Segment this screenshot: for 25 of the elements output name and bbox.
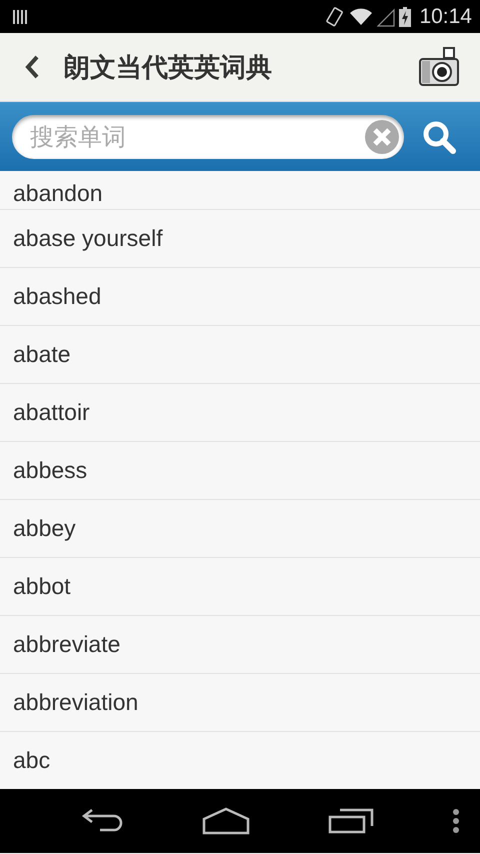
word-item[interactable]: abashed xyxy=(13,283,102,310)
clock-time: 10:14 xyxy=(419,4,472,28)
battery-icon xyxy=(399,6,412,26)
word-item[interactable]: abbess xyxy=(13,457,88,484)
word-item[interactable]: abbey xyxy=(13,515,76,542)
app-title: 朗文当代英英词典 xyxy=(64,50,273,84)
word-item[interactable]: abbot xyxy=(13,573,71,600)
notification-icon xyxy=(12,8,28,24)
recent-apps-icon[interactable] xyxy=(328,808,374,834)
word-item[interactable]: abattoir xyxy=(13,399,90,426)
rotate-icon xyxy=(325,6,346,28)
search-field[interactable]: 搜索单词 xyxy=(12,114,404,158)
search-icon[interactable] xyxy=(422,120,456,154)
word-item[interactable]: abbreviation xyxy=(13,689,138,716)
home-icon[interactable] xyxy=(202,807,250,835)
word-item[interactable]: abc xyxy=(13,747,50,774)
clear-icon[interactable] xyxy=(364,118,400,154)
signal-icon xyxy=(377,6,396,26)
word-item[interactable]: abandon xyxy=(13,180,103,207)
word-item[interactable]: abase yourself xyxy=(13,225,163,252)
word-item[interactable]: abbreviate xyxy=(13,631,120,658)
wifi-icon xyxy=(349,6,374,26)
more-icon[interactable] xyxy=(452,808,460,834)
word-item[interactable]: abate xyxy=(13,341,71,368)
camera-button[interactable] xyxy=(418,47,460,87)
